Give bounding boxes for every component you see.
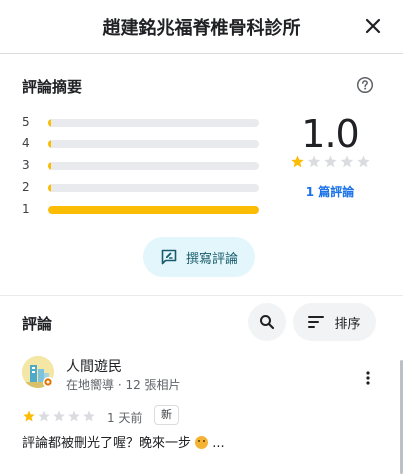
rate-review-icon (161, 249, 177, 265)
reviewer-meta: 在地嚮導 · 12 張相片 (66, 378, 181, 392)
rating-row-1[interactable]: 1 (22, 199, 262, 221)
new-badge: 新 (154, 405, 179, 425)
review-text-body: 評論都被刪光了喔？晚來一步 (22, 436, 192, 451)
rating-bar-fill (48, 184, 51, 192)
average-rating: 1.0 (301, 112, 359, 156)
star-empty-icon (68, 410, 80, 422)
rating-row-label: 3 (22, 158, 30, 172)
section-divider (0, 295, 403, 296)
sort-icon (308, 316, 325, 328)
search-reviews-button[interactable] (248, 303, 286, 341)
review-count-link[interactable]: 1 篇評論 (284, 183, 376, 200)
more-options-button[interactable] (356, 366, 380, 390)
rating-row-label: 5 (22, 115, 30, 129)
rating-bar-track (48, 184, 259, 192)
rating-bar-fill (48, 162, 51, 170)
local-guide-badge (43, 377, 54, 388)
place-title: 趙建銘兆福脊椎骨科診所 (102, 18, 301, 39)
rating-bar-track (48, 206, 259, 214)
rating-row-2[interactable]: 2 (22, 177, 262, 199)
close-icon (365, 18, 381, 34)
rating-bar-track (48, 162, 259, 170)
star-empty-icon (307, 155, 321, 168)
rating-row-label: 4 (22, 136, 30, 150)
summary-title: 評論摘要 (22, 78, 83, 96)
rating-row-4[interactable]: 4 (22, 133, 262, 155)
star-empty-icon (83, 410, 95, 422)
star-filled-icon (291, 155, 304, 168)
grimace-emoji-icon (195, 436, 209, 449)
write-review-button[interactable]: 撰寫評論 (143, 237, 255, 277)
rating-row-label: 1 (22, 202, 30, 216)
star-empty-icon (38, 410, 50, 422)
review-stars (23, 410, 95, 422)
star-empty-icon (324, 155, 337, 168)
rating-row-5[interactable]: 5 (22, 112, 262, 134)
help-circle-icon[interactable] (356, 76, 374, 94)
rating-bar-track (48, 140, 259, 148)
star-empty-icon (357, 155, 370, 168)
close-button[interactable] (361, 14, 385, 38)
reviews-title: 評論 (22, 315, 53, 333)
sort-button[interactable]: 排序 (293, 303, 376, 341)
rating-bar-fill (48, 206, 259, 214)
review-text: 評論都被刪光了喔？晚來一步 ... (22, 432, 225, 451)
place-header: 趙建銘兆福脊椎骨科診所 (0, 0, 403, 54)
star-empty-icon (53, 410, 65, 422)
reviewer-name[interactable]: 人間遊民 (66, 356, 122, 376)
rating-row-label: 2 (22, 180, 30, 194)
star-empty-icon (340, 155, 354, 168)
review-text-more: ... (212, 436, 225, 451)
rating-row-3[interactable]: 3 (22, 155, 262, 177)
rating-bar-fill (48, 140, 51, 148)
average-stars (291, 155, 370, 168)
star-filled-icon (23, 410, 35, 422)
write-review-label: 撰寫評論 (185, 251, 238, 267)
rating-bar-fill (48, 119, 51, 127)
rating-bar-track (48, 119, 259, 127)
search-icon (260, 315, 275, 330)
sort-label: 排序 (334, 316, 361, 332)
more-vert-icon (366, 371, 370, 385)
review-time: 1 天前 (107, 411, 143, 425)
